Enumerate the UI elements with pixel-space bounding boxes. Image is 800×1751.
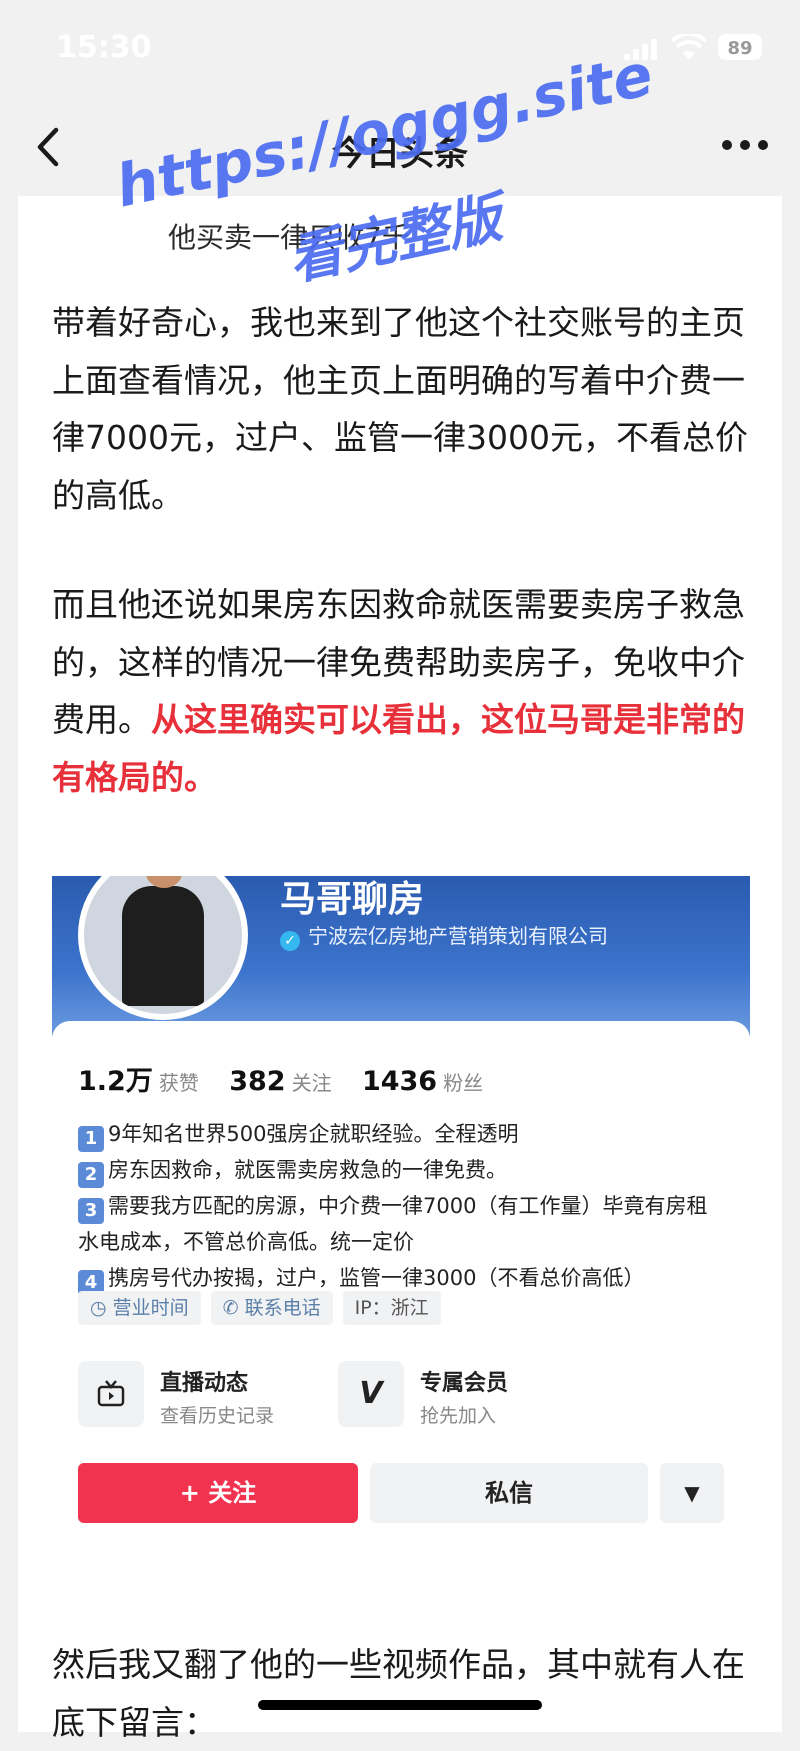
home-indicator[interactable] <box>258 1700 542 1710</box>
clock-icon: ◷ <box>90 1297 113 1319</box>
nav-bar: 今日头条 <box>0 100 800 196</box>
member-subtitle: 抢先加入 <box>420 1405 497 1427</box>
profile-tags: ◷ 营业时间 ✆ 联系电话 IP：浙江 <box>78 1291 451 1325</box>
contact-phone-label: 联系电话 <box>244 1297 321 1319</box>
verified-org-text: 宁波宏亿房地产营销策划有限公司 <box>308 924 608 948</box>
profile-name: 马哥聊房 <box>280 879 425 920</box>
bio-number-badge: 2 <box>78 1162 104 1188</box>
bio-text: 9年知名世界500强房企就职经验。全程透明 <box>108 1122 519 1146</box>
member-feature[interactable]: V 专属会员 抢先加入 <box>338 1361 578 1429</box>
following-count: 382 <box>229 1066 286 1097</box>
back-chevron-icon[interactable] <box>30 122 70 172</box>
bio-line: 3 需要我方匹配的房源，中介费一律7000（有工作量）毕竟有房租水电成本，不管总价… <box>78 1188 718 1260</box>
article-paragraph-1: 带着好奇心，我也来到了他这个社交账号的主页上面查看情况，他主页上面明确的写着中介… <box>52 303 748 515</box>
verified-check-icon: ✓ <box>280 931 300 951</box>
phone-icon: ✆ <box>222 1297 245 1319</box>
image-caption: 他买卖一律只收7千 <box>168 221 410 254</box>
following-label: 关注 <box>291 1071 332 1095</box>
nav-title: 今日头条 <box>332 134 468 174</box>
bio-text: 房东因救命，就医需卖房救急的一律免费。 <box>108 1158 507 1182</box>
ip-location-tag: IP：浙江 <box>342 1291 441 1325</box>
member-title: 专属会员 <box>420 1371 509 1396</box>
profile-screenshot: 马哥聊房 ✓ 宁波宏亿房地产营销策划有限公司 1.2万 获赞 382 关注 1436 粉… <box>52 876 750 1616</box>
v-icon: V <box>338 1361 404 1427</box>
profile-bio: 1 9年知名世界500强房企就职经验。全程透明 2 房东因救命，就医需卖房救急的一律… <box>78 1116 718 1296</box>
tv-icon <box>78 1361 144 1427</box>
more-dots-icon[interactable] <box>722 140 768 154</box>
bio-text: 携房号代办按揭，过户，监管一律3000（不看总价高低） <box>108 1266 645 1290</box>
battery-indicator: 89 <box>718 34 762 60</box>
business-hours-label: 营业时间 <box>112 1297 189 1319</box>
business-hours-tag[interactable]: ◷ 营业时间 <box>78 1291 201 1325</box>
likes-label: 获赞 <box>158 1071 199 1095</box>
message-button[interactable]: 私信 <box>370 1463 648 1523</box>
fans-label: 粉丝 <box>443 1071 484 1095</box>
live-subtitle: 查看历史记录 <box>160 1405 275 1427</box>
status-time: 15:30 <box>56 30 152 65</box>
signal-icon <box>624 38 658 60</box>
paragraph-2-highlight: 从这里确实可以看出，这位马哥是非常的有格局的。 <box>52 700 745 797</box>
bio-text: 需要我方匹配的房源，中介费一律7000（有工作量）毕竟有房租水电成本，不管总价高… <box>78 1194 708 1254</box>
fans-count: 1436 <box>361 1066 438 1097</box>
wifi-icon <box>672 34 706 60</box>
dropdown-button[interactable]: ▼ <box>660 1463 724 1523</box>
avatar <box>78 876 248 1020</box>
article-paragraph-3: 然后我又翻了他的一些视频作品，其中就有人在底下留言： <box>52 1645 745 1742</box>
verified-org: ✓ 宁波宏亿房地产营销策划有限公司 <box>280 920 608 951</box>
bio-line: 2 房东因救命，就医需卖房救急的一律免费。 <box>78 1152 718 1188</box>
follow-button[interactable]: + 关注 <box>78 1463 358 1523</box>
article-content: 他买卖一律只收7千 带着好奇心，我也来到了他这个社交账号的主页上面查看情况，他主… <box>18 196 782 1742</box>
article-paragraph-2: 而且他还说如果房东因救命就医需要卖房子救急的，这样的情况一律免费帮助卖房子，免收… <box>52 576 752 806</box>
bio-number-badge: 1 <box>78 1126 104 1152</box>
bio-number-badge: 3 <box>78 1198 104 1224</box>
profile-card: 1.2万 获赞 382 关注 1436 粉丝 1 9年知名世界500强房企就职经验。全程… <box>52 1021 750 1616</box>
likes-count: 1.2万 <box>78 1066 153 1097</box>
profile-stats: 1.2万 获赞 382 关注 1436 粉丝 <box>78 1059 483 1098</box>
status-bar: 15:30 89 <box>0 0 800 100</box>
live-title: 直播动态 <box>160 1371 249 1396</box>
live-feature[interactable]: 直播动态 查看历史记录 <box>78 1361 318 1429</box>
contact-phone-tag[interactable]: ✆ 联系电话 <box>210 1291 333 1325</box>
bio-line: 1 9年知名世界500强房企就职经验。全程透明 <box>78 1116 718 1152</box>
profile-banner: 马哥聊房 ✓ 宁波宏亿房地产营销策划有限公司 <box>52 876 750 1036</box>
